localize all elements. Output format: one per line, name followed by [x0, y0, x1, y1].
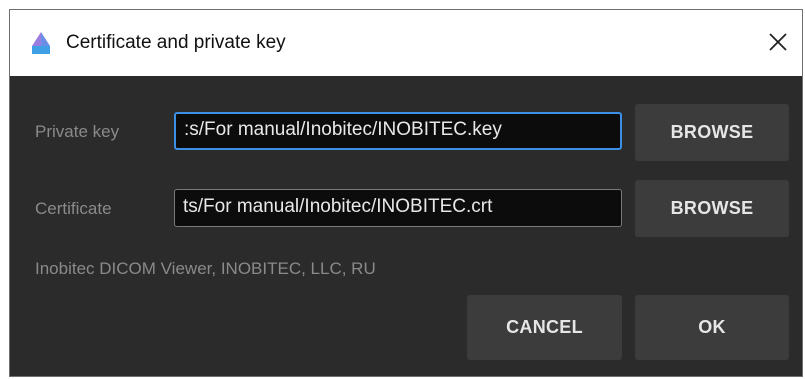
ok-button[interactable]: OK: [635, 295, 789, 360]
certificate-info-text: Inobitec DICOM Viewer, INOBITEC, LLC, RU: [35, 259, 376, 278]
browse-private-key-button[interactable]: BROWSE: [635, 104, 789, 161]
private-key-value: :s/For manual/Inobitec/INOBITEC.key: [184, 119, 502, 140]
dialog-title: Certificate and private key: [66, 32, 286, 53]
certificate-dialog: Certificate and private key Private key …: [9, 9, 803, 377]
private-key-input[interactable]: :s/For manual/Inobitec/INOBITEC.key: [174, 112, 622, 150]
cancel-button[interactable]: CANCEL: [467, 295, 622, 360]
browse-certificate-button[interactable]: BROWSE: [635, 180, 789, 237]
certificate-label: Certificate: [35, 199, 112, 218]
close-icon: [769, 33, 787, 51]
inobitec-logo-icon: [32, 32, 50, 54]
certificate-value: ts/For manual/Inobitec/INOBITEC.crt: [183, 196, 493, 217]
private-key-label: Private key: [35, 122, 120, 141]
certificate-input[interactable]: ts/For manual/Inobitec/INOBITEC.crt: [174, 189, 622, 227]
close-button[interactable]: [760, 24, 796, 60]
title-bar: Certificate and private key: [10, 10, 802, 76]
